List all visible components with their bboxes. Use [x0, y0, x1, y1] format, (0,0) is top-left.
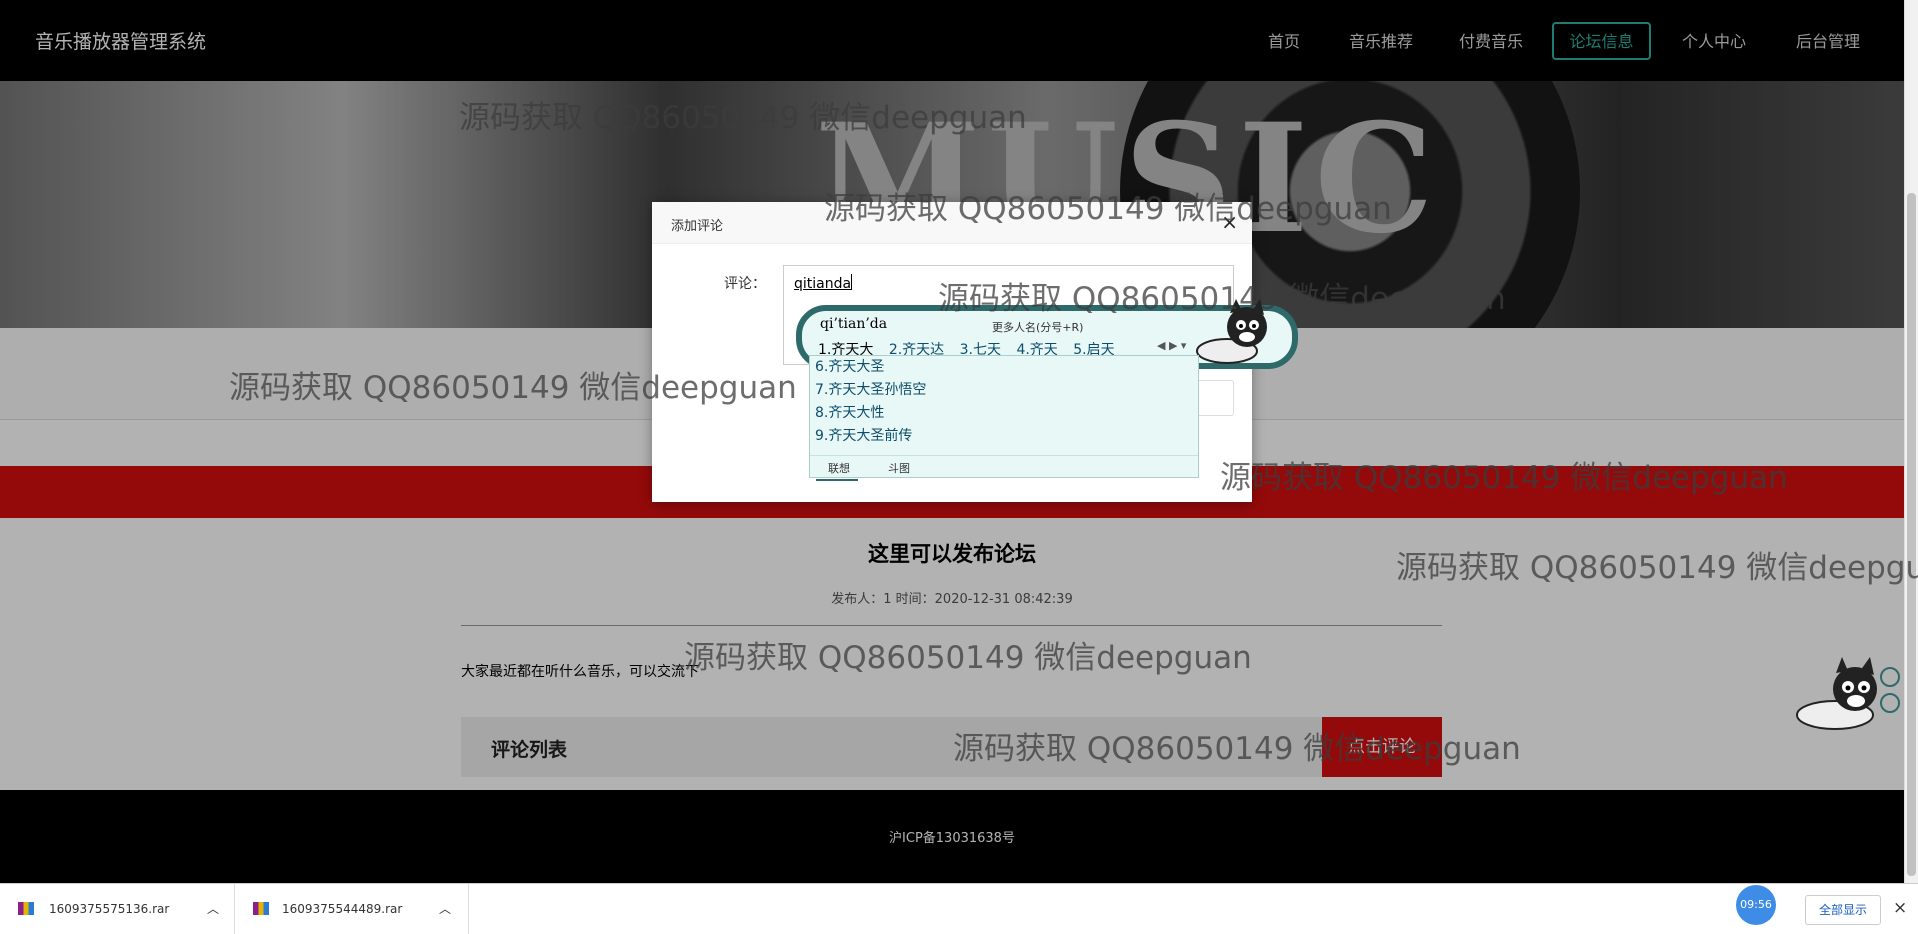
time-badge: 09:56 [1736, 885, 1776, 925]
ime-candidate[interactable]: 6.齐天大圣 [815, 356, 1198, 379]
download-filename: 1609375544489.rar [282, 902, 403, 916]
download-item[interactable]: 1609375544489.rar ︿ [235, 884, 469, 934]
download-filename: 1609375575136.rar [49, 902, 170, 916]
ime-tabs: 联想 斗图 [810, 455, 1198, 481]
close-icon[interactable]: × [1893, 898, 1907, 918]
dialog-title: 添加评论 [671, 219, 724, 234]
watermark-text: 源码获取 QQ86050149 微信deepguan [684, 640, 1252, 676]
rar-file-icon [253, 902, 269, 915]
download-item[interactable]: 1609375575136.rar ︿ [0, 884, 235, 934]
show-all-button[interactable]: 全部显示 [1805, 895, 1881, 925]
ime-hint: 更多人名(分号+R) [992, 321, 1084, 334]
typed-text: qitianda [794, 276, 852, 292]
watermark-text: 源码获取 QQ86050149 微信deepguan [1396, 550, 1918, 586]
ime-pinyin: qi’tian’da [820, 316, 888, 332]
text-caret [851, 274, 853, 290]
scrollbar-thumb[interactable] [1907, 193, 1916, 876]
page-scrollbar[interactable] [1904, 0, 1918, 883]
ime-candidate[interactable]: 9.齐天大圣前传 [815, 425, 1198, 448]
watermark-text: 源码获取 QQ86050149 微信deepguan [459, 100, 1027, 136]
comment-field-label: 评论： [724, 276, 766, 292]
watermark-text: 源码获取 QQ86050149 微信deepguan [953, 731, 1521, 767]
watermark-text: 源码获取 QQ86050149 微信deepguan [824, 191, 1392, 227]
chevron-up-icon[interactable]: ︿ [207, 900, 219, 917]
watermark-text: 源码获取 QQ86050149 微信deepguan [229, 370, 797, 406]
ime-expanded-list: 6.齐天大圣 7.齐天大圣孙悟空 8.齐天大性 9.齐天大圣前传 联想 斗图 [809, 355, 1199, 481]
cat-mascot-icon [1796, 657, 1900, 730]
ime-tab-stickers[interactable]: 斗图 [888, 460, 910, 476]
chevron-up-icon[interactable]: ︿ [439, 900, 451, 917]
ime-candidate[interactable]: 7.齐天大圣孙悟空 [815, 379, 1198, 402]
ime-tab-association[interactable]: 联想 [816, 460, 858, 481]
ime-page-arrows-icon[interactable]: ◀ ▶ ▾ [1157, 339, 1186, 352]
watermark-text: 源码获取 QQ86050149 微信deepguan [938, 281, 1506, 317]
rar-file-icon [18, 902, 34, 915]
watermark-text: 源码获取 QQ86050149 微信deepguan [1220, 460, 1788, 496]
download-bar: 1609375575136.rar ︿ 1609375544489.rar ︿ [0, 883, 1918, 934]
ime-candidate[interactable]: 8.齐天大性 [815, 402, 1198, 425]
